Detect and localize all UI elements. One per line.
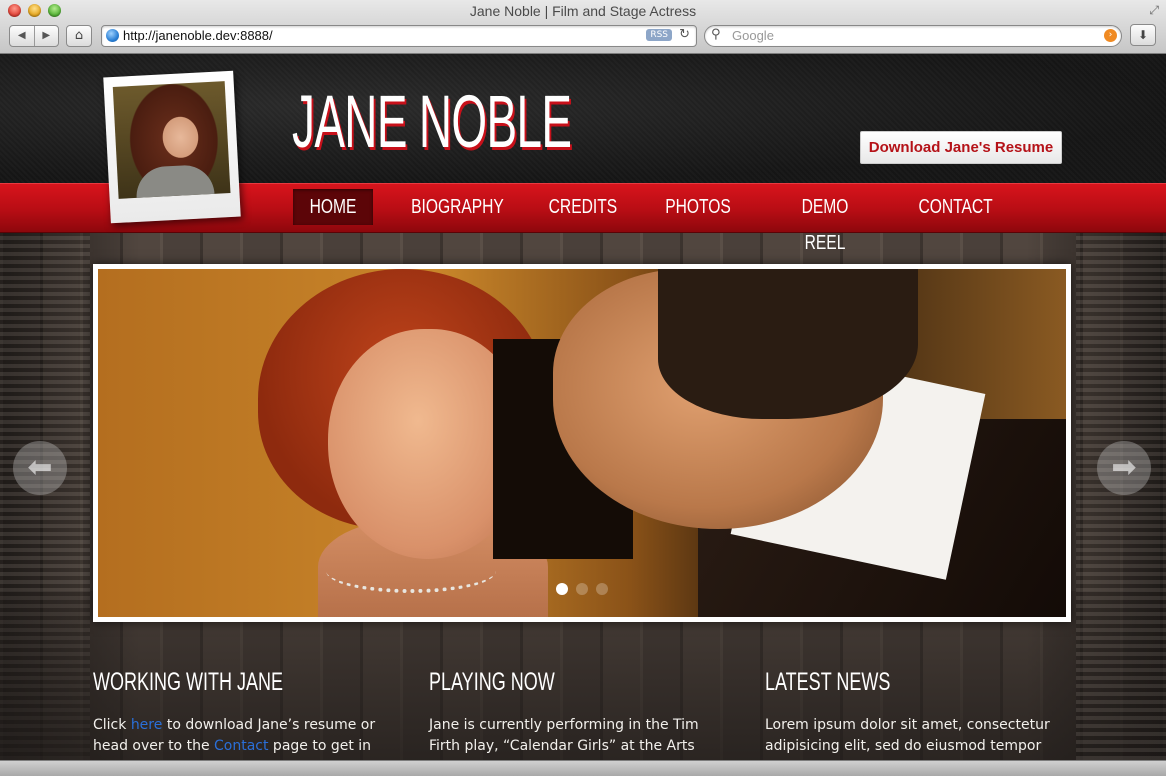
nav-label: BIOGRAPHY (411, 196, 504, 218)
column-text: Lorem ipsum dolor sit amet, consectetur … (765, 717, 1050, 754)
slider-next-arrow-icon[interactable]: ➡ (1097, 441, 1151, 495)
slider-pagination (98, 580, 1066, 599)
address-bar[interactable]: http://janenoble.dev:8888/ RSS ↻ (101, 25, 697, 47)
rss-button[interactable]: RSS (646, 29, 672, 41)
search-go-icon[interactable]: › (1104, 29, 1117, 42)
home-button[interactable]: ⌂ (66, 25, 92, 47)
slider-prev-arrow-icon[interactable]: ⬅ (13, 441, 67, 495)
text-segment: Click (93, 717, 131, 733)
nav-label: CONTACT (918, 196, 993, 218)
nav-label: DEMO REEL (801, 196, 849, 254)
nav-item-home[interactable]: HOME (293, 189, 373, 225)
column-text: Click here to download Jane’s resume or … (93, 715, 383, 757)
column-heading: PLAYING NOW (429, 668, 555, 696)
reload-icon[interactable]: ↻ (679, 27, 690, 42)
latest-news-column: LATEST NEWS Lorem ipsum dolor sit amet, … (765, 668, 1055, 757)
history-buttons: ◀ ▶ (9, 25, 59, 47)
nav-item-photos[interactable]: PHOTOS (655, 189, 741, 225)
slider-dot[interactable] (576, 583, 588, 595)
web-page: JANE NOBLE Download Jane's Resume HOME B… (0, 54, 1166, 760)
nav-item-demo-reel[interactable]: DEMO REEL (770, 189, 880, 254)
download-resume-button[interactable]: Download Jane's Resume (860, 131, 1062, 164)
contact-link[interactable]: Contact (214, 738, 268, 754)
image-slider (93, 264, 1071, 622)
nav-label: PHOTOS (665, 196, 731, 218)
slide-photo (98, 269, 1066, 617)
nav-label: CREDITS (548, 196, 618, 218)
slider-dot[interactable] (596, 583, 608, 595)
search-field[interactable]: ⚲ Google › (704, 25, 1122, 47)
headshot-photo (112, 81, 231, 199)
globe-icon (106, 29, 119, 42)
downloads-button[interactable]: ⬇ (1130, 24, 1156, 46)
working-with-jane-column: WORKING WITH JANE Click here to download… (93, 668, 383, 757)
fullscreen-icon[interactable]: ⤢ (1149, 3, 1159, 18)
site-title[interactable]: JANE NOBLE (292, 85, 572, 159)
url-text[interactable]: http://janenoble.dev:8888/ (123, 28, 273, 43)
status-bar (0, 760, 1166, 776)
back-button[interactable]: ◀ (10, 26, 35, 46)
headshot-polaroid (103, 70, 241, 224)
text-segment: page to get in (268, 738, 372, 754)
nav-label: HOME (309, 196, 357, 218)
forward-button[interactable]: ▶ (35, 26, 59, 46)
nav-item-biography[interactable]: BIOGRAPHY (398, 189, 510, 225)
window-title: Jane Noble | Film and Stage Actress (469, 3, 697, 19)
nav-item-credits[interactable]: CREDITS (538, 189, 628, 225)
search-placeholder: Google (732, 28, 774, 43)
photo-detail (658, 269, 918, 419)
column-heading: LATEST NEWS (765, 668, 891, 696)
resume-link[interactable]: here (131, 717, 163, 733)
browser-chrome: Jane Noble | Film and Stage Actress ⤢ ◀ … (0, 0, 1166, 54)
slider-dot[interactable] (556, 583, 568, 595)
search-icon: ⚲ (711, 27, 721, 42)
column-heading: WORKING WITH JANE (93, 668, 284, 696)
nav-item-contact[interactable]: CONTACT (908, 189, 1000, 225)
column-text: Jane is currently performing in the Tim … (429, 717, 699, 760)
playing-now-column: PLAYING NOW Jane is currently performing… (429, 668, 719, 760)
